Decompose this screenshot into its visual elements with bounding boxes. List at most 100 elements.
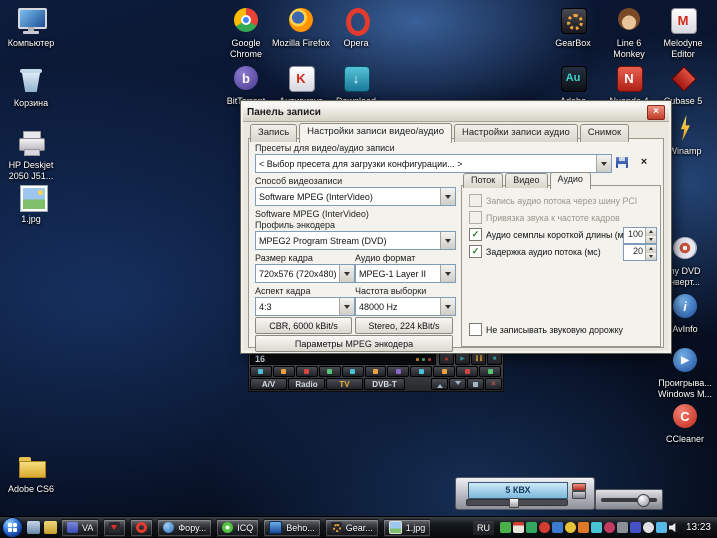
tv-tool-button[interactable] [479, 366, 501, 377]
osd-button[interactable] [572, 491, 586, 499]
tv-tool-button[interactable] [387, 366, 409, 377]
language-indicator[interactable]: RU [473, 521, 494, 535]
desktop-icon-line6-monkey[interactable]: Line 6 Monkey [600, 4, 658, 59]
chevron-down-icon[interactable] [440, 298, 455, 315]
tv-tool-button[interactable] [342, 366, 364, 377]
taskbar-button-app[interactable] [130, 519, 153, 537]
tab-snapshot[interactable]: Снимок [580, 124, 629, 142]
tray-icon[interactable] [604, 522, 615, 533]
tab-video[interactable]: Видео [505, 173, 547, 188]
tv-tool-button[interactable] [319, 366, 341, 377]
tv-tool-button[interactable] [250, 366, 272, 377]
taskbar-button-app[interactable] [103, 519, 126, 537]
quick-launch-icon[interactable] [44, 521, 57, 534]
tray-icon[interactable] [513, 522, 524, 533]
checkbox-no-audio-track[interactable]: Не записывать звуковую дорожку [469, 323, 623, 336]
taskbar-button-icq[interactable]: ICQ [216, 519, 259, 537]
tray-icon[interactable] [617, 522, 628, 533]
chevron-down-icon[interactable] [440, 265, 455, 282]
start-button[interactable] [2, 517, 23, 538]
tray-icon[interactable] [656, 522, 667, 533]
volume-knob[interactable] [637, 494, 650, 507]
chevron-down-icon[interactable] [339, 298, 354, 315]
tray-icon[interactable] [630, 522, 641, 533]
av-mode-button[interactable]: A/V [250, 378, 287, 390]
short-samples-spinner[interactable]: 100 [623, 227, 657, 244]
tab-record[interactable]: Запись [250, 124, 297, 142]
aspect-combobox[interactable]: 4:3 [255, 297, 355, 316]
tab-video-audio-settings[interactable]: Настройки записи видео/аудио [299, 123, 452, 143]
tv-tool-button[interactable] [433, 366, 455, 377]
osd-slider[interactable] [466, 499, 568, 506]
video-method-combobox[interactable]: Software MPEG (InterVideo) [255, 187, 456, 206]
tab-stream[interactable]: Поток [463, 173, 503, 188]
desktop-icon-gearbox[interactable]: GearBox [544, 4, 602, 49]
tab-audio-settings[interactable]: Настройки записи аудио [454, 124, 578, 142]
taskbar-button-image[interactable]: 1.jpg [383, 519, 432, 537]
tray-icon[interactable] [643, 522, 654, 533]
mpeg-params-button[interactable]: Параметры MPEG энкодера [255, 335, 453, 352]
tv-mode-button[interactable]: TV [326, 378, 363, 390]
tray-icon[interactable] [578, 522, 589, 533]
checkbox-pci-audio-stream[interactable]: Запись аудио потока через шину PCI [469, 194, 637, 207]
desktop-icon-computer[interactable]: Компьютер [2, 4, 60, 49]
video-bitrate-button[interactable]: CBR, 6000 kBit/s [255, 317, 352, 334]
desktop-icon-ccleaner[interactable]: C CCleaner [656, 400, 714, 445]
save-preset-button[interactable] [613, 154, 631, 170]
tv-tool-button[interactable] [296, 366, 318, 377]
taskbar-button-forum[interactable]: Фору... [157, 519, 212, 537]
desktop-icon-firefox[interactable]: Mozilla Firefox [272, 4, 330, 49]
chevron-down-icon[interactable] [339, 265, 354, 282]
desktop-icon-melodyne[interactable]: M Melodyne Editor [654, 4, 712, 59]
desktop-icon-adobe-cs6[interactable]: Adobe CS6 [2, 450, 60, 495]
dialog-titlebar[interactable]: Панель записи × [243, 103, 669, 122]
tray-icon[interactable] [591, 522, 602, 533]
close-button[interactable]: × [647, 105, 665, 120]
tv-tool-button[interactable] [456, 366, 478, 377]
taskbar-clock[interactable]: 13:23 [686, 522, 711, 533]
radio-mode-button[interactable]: Radio [288, 378, 325, 390]
desktop-icon-recycle-bin[interactable]: Корзина [2, 64, 60, 109]
encoder-profile-combobox[interactable]: MPEG2 Program Stream (DVD) [255, 231, 456, 250]
record-button[interactable]: ● [439, 353, 454, 365]
audio-bitrate-button[interactable]: Stereo, 224 kBit/s [355, 317, 453, 334]
pause-button[interactable] [471, 353, 486, 365]
checkbox-short-audio-samples[interactable]: ✓ Аудио семплы короткой длины (мс) [469, 228, 631, 241]
chevron-down-icon[interactable] [440, 232, 455, 249]
volume-icon[interactable] [669, 522, 680, 533]
osd-slider-thumb[interactable] [509, 498, 519, 508]
volume-slider[interactable] [601, 498, 657, 502]
desktop-icon-image-file[interactable]: 1.jpg [2, 180, 60, 225]
desktop-icon-google-chrome[interactable]: Google Chrome [217, 4, 275, 59]
close-app-button[interactable]: × [485, 378, 502, 390]
settings-button[interactable] [467, 378, 484, 390]
channel-up-button[interactable] [431, 378, 448, 390]
sample-rate-combobox[interactable]: 48000 Hz [355, 297, 456, 316]
osd-record-button[interactable] [572, 483, 586, 491]
tray-icon[interactable] [552, 522, 563, 533]
dvbt-mode-button[interactable]: DVB-T [364, 378, 405, 390]
delete-preset-button[interactable]: × [635, 154, 653, 170]
frame-size-combobox[interactable]: 720x576 (720x480) [255, 264, 355, 283]
tv-tool-button[interactable] [410, 366, 432, 377]
tv-tool-button[interactable] [365, 366, 387, 377]
quick-launch-icon[interactable] [27, 521, 40, 534]
desktop-icon-hp-printer[interactable]: HP Deskjet 2050 J51... [2, 126, 60, 181]
tray-icon[interactable] [500, 522, 511, 533]
checkbox-audio-delay[interactable]: ✓ Задержка аудио потока (мс) [469, 245, 601, 258]
tray-icon[interactable] [565, 522, 576, 533]
play-button[interactable]: ▶ [455, 353, 470, 365]
taskbar-button-behold[interactable]: Beho... [263, 519, 321, 537]
stop-button[interactable]: ■ [487, 353, 502, 365]
chevron-down-icon[interactable] [596, 155, 611, 172]
channel-down-button[interactable] [449, 378, 466, 390]
spinner-arrows[interactable] [645, 245, 656, 260]
audio-delay-spinner[interactable]: 20 [623, 244, 657, 261]
tv-tool-button[interactable] [273, 366, 295, 377]
checkbox-sound-framerate-link[interactable]: Привязка звука к частоте кадров [469, 211, 620, 224]
taskbar-button-gearbox[interactable]: Gear... [325, 519, 379, 537]
audio-format-combobox[interactable]: MPEG-1 Layer II [355, 264, 456, 283]
desktop-icon-opera[interactable]: Opera [327, 4, 385, 49]
spinner-arrows[interactable] [645, 228, 656, 243]
tray-icon[interactable] [539, 522, 550, 533]
